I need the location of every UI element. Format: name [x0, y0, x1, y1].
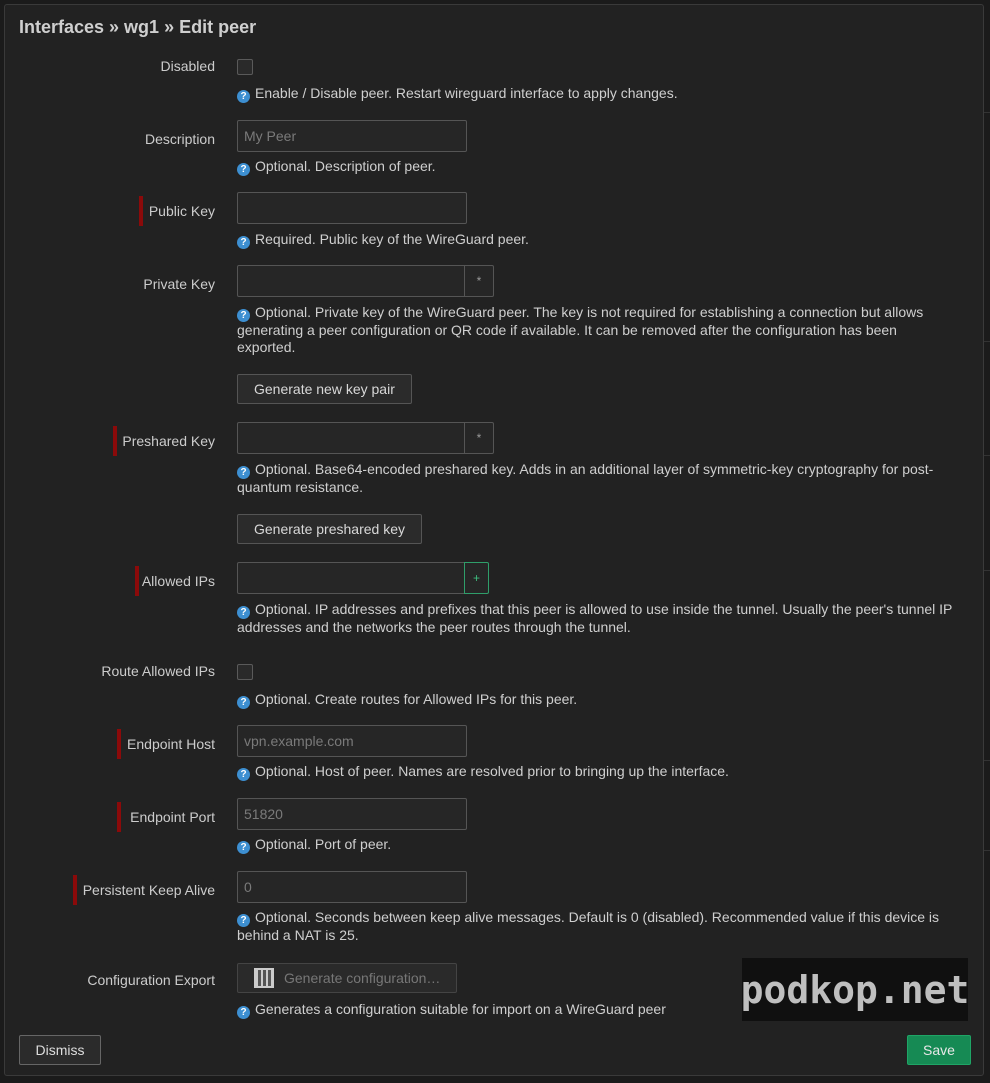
generate-configuration-button[interactable]: Generate configuration…: [237, 963, 458, 993]
persistent-keepalive-label: Persistent Keep Alive: [82, 882, 215, 898]
endpoint-host-help: ? Optional. Host of peer. Names are resol…: [237, 763, 957, 781]
required-marker: [117, 802, 121, 832]
help-icon: ?: [237, 163, 250, 176]
description-help: ? Optional. Description of peer.: [237, 158, 957, 176]
required-marker: [135, 566, 139, 596]
description-label: Description: [144, 131, 215, 147]
private-key-reveal-toggle[interactable]: *: [465, 265, 494, 297]
endpoint-port-input[interactable]: [237, 798, 467, 830]
help-icon: ?: [237, 768, 250, 781]
required-marker: [113, 426, 117, 456]
endpoint-host-label: Endpoint Host: [127, 736, 215, 752]
public-key-input[interactable]: [237, 192, 467, 224]
route-allowed-ips-checkbox[interactable]: [237, 664, 253, 680]
allowed-ips-label: Allowed IPs: [141, 573, 215, 589]
help-icon: ?: [237, 236, 250, 249]
persistent-keepalive-input[interactable]: [237, 871, 467, 903]
preshared-key-reveal-toggle[interactable]: *: [465, 422, 494, 454]
qr-code-icon: [254, 968, 274, 988]
help-icon: ?: [237, 90, 250, 103]
save-button[interactable]: Save: [907, 1035, 971, 1065]
endpoint-port-help: ? Optional. Port of peer.: [237, 836, 957, 854]
help-icon: ?: [237, 841, 250, 854]
public-key-help: ? Required. Public key of the WireGuard p…: [237, 231, 957, 249]
edit-peer-modal: Interfaces » wg1 » Edit peer Disabled ? E…: [4, 4, 984, 1076]
private-key-help: ? Optional. Private key of the WireGuard …: [237, 304, 924, 355]
private-key-input[interactable]: [237, 265, 465, 297]
endpoint-host-input[interactable]: [237, 725, 467, 757]
add-allowed-ip-button[interactable]: +: [464, 562, 489, 594]
allowed-ips-input[interactable]: [237, 562, 465, 594]
required-marker: [73, 875, 77, 905]
endpoint-port-label: Endpoint Port: [130, 809, 215, 825]
required-marker: [139, 196, 143, 226]
generate-preshared-key-button[interactable]: Generate preshared key: [237, 514, 422, 544]
config-export-label: Configuration Export: [87, 972, 215, 988]
disabled-help: ? Enable / Disable peer. Restart wireguar…: [237, 85, 957, 103]
modal-title: Interfaces » wg1 » Edit peer: [19, 17, 257, 37]
help-icon: ?: [237, 914, 250, 927]
preshared-key-label: Preshared Key: [122, 433, 215, 449]
route-allowed-ips-label: Route Allowed IPs: [101, 663, 215, 679]
public-key-label: Public Key: [148, 203, 215, 219]
help-icon: ?: [237, 696, 250, 709]
help-icon: ?: [237, 466, 250, 479]
description-input[interactable]: [237, 120, 467, 152]
route-allowed-ips-help: ? Optional. Create routes for Allowed IPs…: [237, 691, 957, 709]
help-icon: ?: [237, 1006, 250, 1019]
allowed-ips-help: ? Optional. IP addresses and prefixes tha…: [237, 601, 953, 635]
watermark: podkop.net: [741, 958, 969, 1021]
preshared-key-help: ? Optional. Base64-encoded preshared key.…: [237, 461, 934, 495]
persistent-keepalive-help: ? Optional. Seconds between keep alive me…: [237, 909, 940, 943]
help-icon: ?: [237, 309, 250, 322]
preshared-key-input[interactable]: [237, 422, 465, 454]
required-marker: [117, 729, 121, 759]
generate-key-pair-button[interactable]: Generate new key pair: [237, 374, 412, 404]
disabled-checkbox[interactable]: [237, 59, 253, 75]
help-icon: ?: [237, 606, 250, 619]
dismiss-button[interactable]: Dismiss: [19, 1035, 101, 1065]
disabled-label: Disabled: [160, 58, 215, 74]
private-key-label: Private Key: [143, 276, 215, 292]
